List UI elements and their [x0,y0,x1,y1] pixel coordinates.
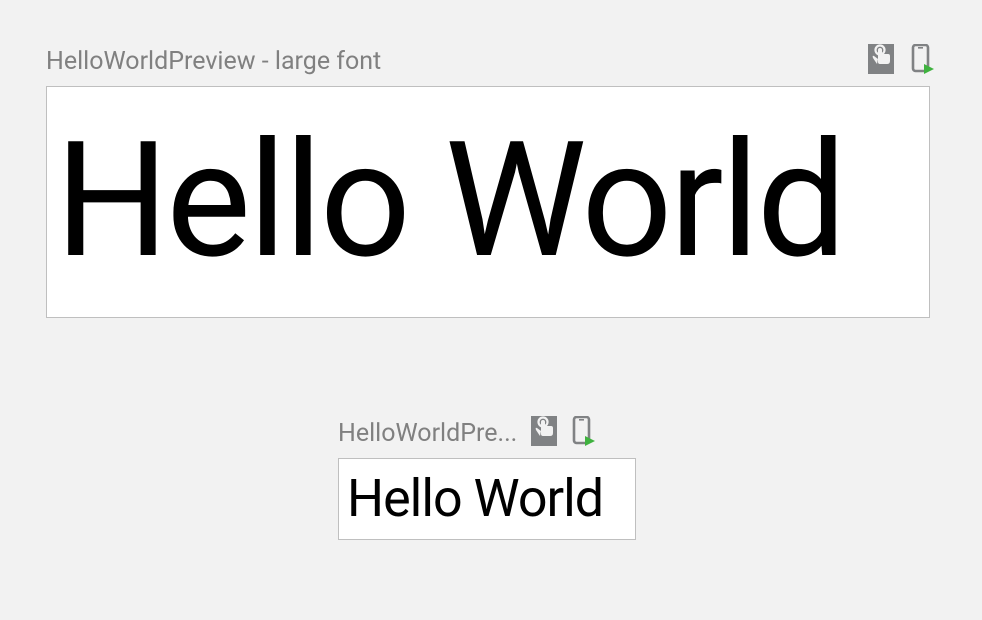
preview-header: HelloWorldPreview - large font [46,46,936,76]
preview-content-text: Hello World [55,122,844,282]
interactive-mode-button[interactable] [868,46,894,76]
deploy-device-icon [571,416,597,450]
preview-header: HelloWorldPre... [338,418,636,448]
preview-frame-small[interactable]: Hello World [338,458,636,540]
preview-block-large: HelloWorldPreview - large font [46,46,936,318]
preview-block-small: HelloWorldPre... [338,418,636,540]
interactive-mode-button[interactable] [531,418,557,448]
preview-actions [868,46,936,76]
deploy-to-device-button[interactable] [571,418,597,448]
deploy-to-device-button[interactable] [910,46,936,76]
hand-tap-icon [531,416,557,450]
deploy-device-icon [910,44,936,78]
preview-canvas: HelloWorldPreview - large font [0,0,982,620]
preview-title-label: HelloWorldPre... [338,419,517,448]
preview-frame-large[interactable]: Hello World [46,86,930,318]
preview-title-label: HelloWorldPreview - large font [46,47,381,76]
preview-content-text: Hello World [347,473,603,525]
hand-tap-icon [868,44,894,78]
